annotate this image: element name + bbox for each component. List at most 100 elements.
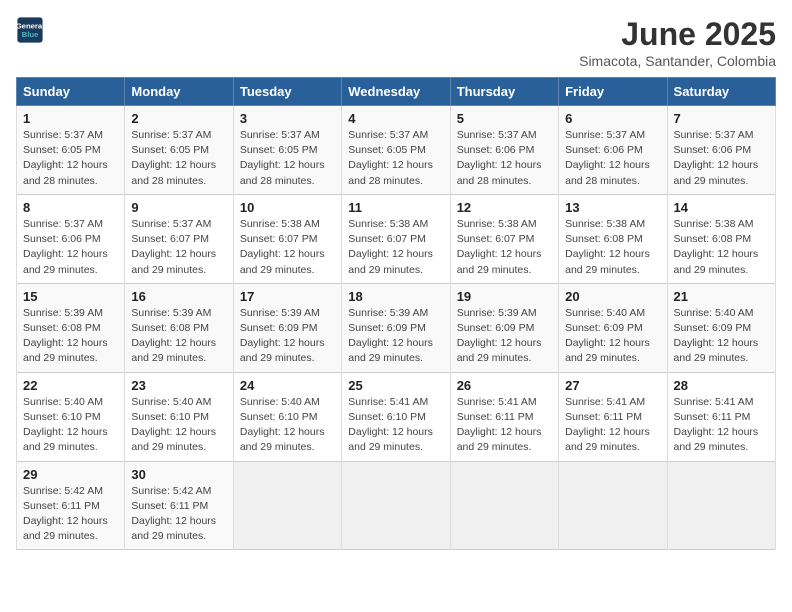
day-info: Sunrise: 5:37 AM Sunset: 6:05 PM Dayligh… <box>348 129 433 187</box>
calendar-cell: 5 Sunrise: 5:37 AM Sunset: 6:06 PM Daylig… <box>450 106 558 195</box>
calendar-cell: 27 Sunrise: 5:41 AM Sunset: 6:11 PM Dayli… <box>559 372 667 461</box>
day-info: Sunrise: 5:37 AM Sunset: 6:05 PM Dayligh… <box>131 129 216 187</box>
day-info: Sunrise: 5:41 AM Sunset: 6:10 PM Dayligh… <box>348 396 433 454</box>
title-block: June 2025 Simacota, Santander, Colombia <box>579 16 776 69</box>
col-header-sunday: Sunday <box>17 78 125 106</box>
day-info: Sunrise: 5:40 AM Sunset: 6:09 PM Dayligh… <box>565 307 650 365</box>
day-info: Sunrise: 5:37 AM Sunset: 6:06 PM Dayligh… <box>23 218 108 276</box>
calendar-cell <box>342 461 450 550</box>
day-number: 18 <box>348 289 443 304</box>
calendar-cell: 6 Sunrise: 5:37 AM Sunset: 6:06 PM Daylig… <box>559 106 667 195</box>
day-number: 28 <box>674 378 769 393</box>
calendar-cell: 30 Sunrise: 5:42 AM Sunset: 6:11 PM Dayli… <box>125 461 233 550</box>
day-info: Sunrise: 5:37 AM Sunset: 6:05 PM Dayligh… <box>23 129 108 187</box>
day-number: 9 <box>131 200 226 215</box>
day-info: Sunrise: 5:42 AM Sunset: 6:11 PM Dayligh… <box>131 485 216 543</box>
day-info: Sunrise: 5:41 AM Sunset: 6:11 PM Dayligh… <box>674 396 759 454</box>
day-number: 26 <box>457 378 552 393</box>
day-info: Sunrise: 5:37 AM Sunset: 6:06 PM Dayligh… <box>457 129 542 187</box>
day-number: 19 <box>457 289 552 304</box>
day-info: Sunrise: 5:41 AM Sunset: 6:11 PM Dayligh… <box>565 396 650 454</box>
calendar-cell: 11 Sunrise: 5:38 AM Sunset: 6:07 PM Dayli… <box>342 194 450 283</box>
day-info: Sunrise: 5:37 AM Sunset: 6:05 PM Dayligh… <box>240 129 325 187</box>
day-number: 13 <box>565 200 660 215</box>
day-info: Sunrise: 5:37 AM Sunset: 6:06 PM Dayligh… <box>565 129 650 187</box>
calendar-cell: 3 Sunrise: 5:37 AM Sunset: 6:05 PM Daylig… <box>233 106 341 195</box>
day-info: Sunrise: 5:40 AM Sunset: 6:10 PM Dayligh… <box>240 396 325 454</box>
calendar-cell <box>559 461 667 550</box>
day-number: 25 <box>348 378 443 393</box>
calendar-cell <box>667 461 775 550</box>
calendar-cell: 12Sunrise: 5:38 AM Sunset: 6:07 PM Dayli… <box>450 194 558 283</box>
calendar-cell: 15Sunrise: 5:39 AM Sunset: 6:08 PM Dayli… <box>17 283 125 372</box>
day-info: Sunrise: 5:37 AM Sunset: 6:06 PM Dayligh… <box>674 129 759 187</box>
month-title: June 2025 <box>579 16 776 53</box>
calendar-cell: 17Sunrise: 5:39 AM Sunset: 6:09 PM Dayli… <box>233 283 341 372</box>
day-number: 27 <box>565 378 660 393</box>
day-number: 11 <box>348 200 443 215</box>
calendar-row: 22 Sunrise: 5:40 AM Sunset: 6:10 PM Dayli… <box>17 372 776 461</box>
calendar-cell: 9 Sunrise: 5:37 AM Sunset: 6:07 PM Daylig… <box>125 194 233 283</box>
header-row: SundayMondayTuesdayWednesdayThursdayFrid… <box>17 78 776 106</box>
col-header-saturday: Saturday <box>667 78 775 106</box>
day-number: 2 <box>131 111 226 126</box>
day-number: 22 <box>23 378 118 393</box>
day-number: 15 <box>23 289 118 304</box>
calendar-cell: 8 Sunrise: 5:37 AM Sunset: 6:06 PM Daylig… <box>17 194 125 283</box>
day-number: 16 <box>131 289 226 304</box>
calendar-cell <box>233 461 341 550</box>
day-number: 6 <box>565 111 660 126</box>
day-number: 21 <box>674 289 769 304</box>
col-header-thursday: Thursday <box>450 78 558 106</box>
calendar-cell: 19 Sunrise: 5:39 AM Sunset: 6:09 PM Dayli… <box>450 283 558 372</box>
calendar-cell: 1 Sunrise: 5:37 AM Sunset: 6:05 PM Daylig… <box>17 106 125 195</box>
calendar-cell: 28 Sunrise: 5:41 AM Sunset: 6:11 PM Dayli… <box>667 372 775 461</box>
col-header-wednesday: Wednesday <box>342 78 450 106</box>
calendar-cell: 21 Sunrise: 5:40 AM Sunset: 6:09 PM Dayli… <box>667 283 775 372</box>
calendar-cell <box>450 461 558 550</box>
calendar-row: 8 Sunrise: 5:37 AM Sunset: 6:06 PM Daylig… <box>17 194 776 283</box>
day-info: Sunrise: 5:38 AM Sunset: 6:08 PM Dayligh… <box>565 218 650 276</box>
day-info: Sunrise: 5:39 AM Sunset: 6:09 PM Dayligh… <box>348 307 433 365</box>
day-info: Sunrise: 5:38 AM Sunset: 6:07 PM Dayligh… <box>348 218 433 276</box>
day-info: Sunrise: 5:40 AM Sunset: 6:09 PM Dayligh… <box>674 307 759 365</box>
logo: General Blue <box>16 16 44 44</box>
day-info: Sunrise: 5:39 AM Sunset: 6:08 PM Dayligh… <box>131 307 216 365</box>
day-number: 5 <box>457 111 552 126</box>
day-number: 7 <box>674 111 769 126</box>
col-header-monday: Monday <box>125 78 233 106</box>
day-number: 1 <box>23 111 118 126</box>
calendar-cell: 16 Sunrise: 5:39 AM Sunset: 6:08 PM Dayli… <box>125 283 233 372</box>
day-info: Sunrise: 5:38 AM Sunset: 6:08 PM Dayligh… <box>674 218 759 276</box>
calendar-cell: 26Sunrise: 5:41 AM Sunset: 6:11 PM Dayli… <box>450 372 558 461</box>
calendar-cell: 2 Sunrise: 5:37 AM Sunset: 6:05 PM Daylig… <box>125 106 233 195</box>
day-number: 24 <box>240 378 335 393</box>
day-number: 4 <box>348 111 443 126</box>
day-number: 10 <box>240 200 335 215</box>
day-info: Sunrise: 5:38 AM Sunset: 6:07 PM Dayligh… <box>240 218 325 276</box>
day-info: Sunrise: 5:42 AM Sunset: 6:11 PM Dayligh… <box>23 485 108 543</box>
day-number: 8 <box>23 200 118 215</box>
svg-text:Blue: Blue <box>22 30 39 39</box>
calendar-cell: 29Sunrise: 5:42 AM Sunset: 6:11 PM Dayli… <box>17 461 125 550</box>
day-number: 3 <box>240 111 335 126</box>
calendar-table: SundayMondayTuesdayWednesdayThursdayFrid… <box>16 77 776 550</box>
day-info: Sunrise: 5:40 AM Sunset: 6:10 PM Dayligh… <box>131 396 216 454</box>
day-number: 23 <box>131 378 226 393</box>
calendar-cell: 22 Sunrise: 5:40 AM Sunset: 6:10 PM Dayli… <box>17 372 125 461</box>
svg-text:General: General <box>16 22 44 31</box>
day-info: Sunrise: 5:40 AM Sunset: 6:10 PM Dayligh… <box>23 396 108 454</box>
day-info: Sunrise: 5:39 AM Sunset: 6:09 PM Dayligh… <box>457 307 542 365</box>
location-subtitle: Simacota, Santander, Colombia <box>579 53 776 69</box>
calendar-row: 1 Sunrise: 5:37 AM Sunset: 6:05 PM Daylig… <box>17 106 776 195</box>
logo-icon: General Blue <box>16 16 44 44</box>
calendar-cell: 13 Sunrise: 5:38 AM Sunset: 6:08 PM Dayli… <box>559 194 667 283</box>
day-number: 12 <box>457 200 552 215</box>
calendar-cell: 14Sunrise: 5:38 AM Sunset: 6:08 PM Dayli… <box>667 194 775 283</box>
day-info: Sunrise: 5:39 AM Sunset: 6:09 PM Dayligh… <box>240 307 325 365</box>
day-number: 30 <box>131 467 226 482</box>
calendar-row: 29Sunrise: 5:42 AM Sunset: 6:11 PM Dayli… <box>17 461 776 550</box>
day-info: Sunrise: 5:37 AM Sunset: 6:07 PM Dayligh… <box>131 218 216 276</box>
calendar-cell: 10 Sunrise: 5:38 AM Sunset: 6:07 PM Dayli… <box>233 194 341 283</box>
calendar-cell: 7 Sunrise: 5:37 AM Sunset: 6:06 PM Daylig… <box>667 106 775 195</box>
